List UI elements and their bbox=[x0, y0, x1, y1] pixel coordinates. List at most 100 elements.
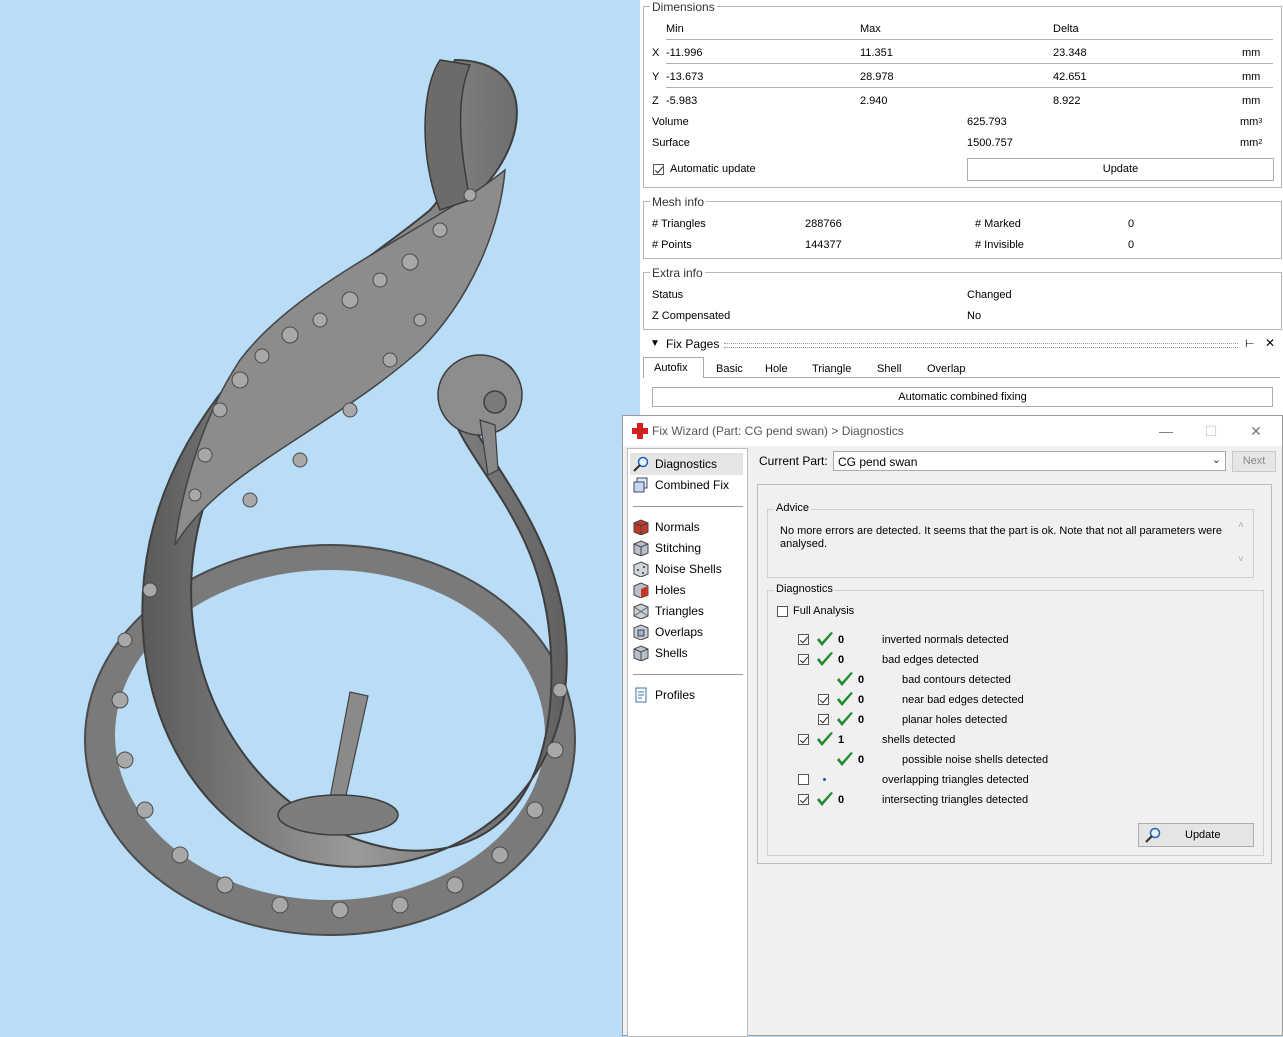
tab-hole[interactable]: Hole bbox=[765, 362, 788, 376]
fix-pages-title: Fix Pages bbox=[666, 337, 720, 351]
wizard-titlebar: Fix Wizard (Part: CG pend swan) > Diagno… bbox=[623, 416, 1282, 446]
pin-icon[interactable]: ⊢ bbox=[1245, 337, 1255, 350]
mesh-info-group: Mesh info # Triangles 288766 # Marked 0 … bbox=[643, 195, 1282, 259]
diagnostic-checkbox[interactable] bbox=[798, 734, 809, 745]
current-part-value: CG pend swan bbox=[838, 455, 918, 469]
nav-holes[interactable]: Holes bbox=[633, 580, 743, 600]
diagnostic-row: 0 inverted normals detected bbox=[768, 631, 1248, 649]
holes-icon bbox=[633, 582, 649, 598]
tab-overlap[interactable]: Overlap bbox=[927, 362, 966, 376]
nav-combined-fix[interactable]: Combined Fix bbox=[633, 475, 743, 495]
diagnostic-label: bad contours detected bbox=[902, 674, 1011, 686]
dimensions-update-button[interactable]: Update bbox=[967, 158, 1274, 181]
volume-unit: mm3 bbox=[1240, 116, 1263, 128]
diagnostic-count: 0 bbox=[838, 794, 845, 806]
fix-pages-header: ▼ Fix Pages ⊢ ✕ bbox=[648, 336, 1278, 351]
automatic-update-checkbox[interactable] bbox=[653, 164, 664, 175]
diagnostic-count: 0 bbox=[838, 654, 845, 666]
z-max: 2.940 bbox=[860, 95, 888, 107]
stitching-icon bbox=[633, 540, 649, 556]
combined-fix-icon bbox=[633, 477, 648, 493]
mesh-info-title: Mesh info bbox=[650, 195, 707, 209]
invisible-value: 0 bbox=[1128, 239, 1135, 251]
max-header: Max bbox=[860, 23, 881, 35]
maximize-icon[interactable]: ☐ bbox=[1200, 421, 1222, 441]
close-icon[interactable]: ✕ bbox=[1265, 336, 1275, 350]
diagnostic-checkbox[interactable] bbox=[798, 654, 809, 665]
advice-title: Advice bbox=[774, 502, 812, 514]
3d-viewport[interactable] bbox=[0, 0, 640, 1036]
diagnostic-row: 0 near bad edges detected bbox=[768, 691, 1248, 709]
diagnostic-checkbox[interactable] bbox=[818, 694, 829, 705]
normals-icon bbox=[633, 519, 649, 535]
red-cross-icon bbox=[632, 423, 648, 439]
tab-basic[interactable]: Basic bbox=[716, 362, 743, 376]
triangles-label: # Triangles bbox=[652, 218, 706, 230]
surface-unit: mm2 bbox=[1240, 137, 1263, 149]
minimize-icon[interactable]: — bbox=[1155, 421, 1177, 441]
diagnostic-checkbox[interactable] bbox=[798, 634, 809, 645]
tab-shell[interactable]: Shell bbox=[877, 362, 901, 376]
diagnostics-title: Diagnostics bbox=[774, 583, 835, 595]
x-unit: mm bbox=[1242, 47, 1261, 59]
nav-noise-shells[interactable]: Noise Shells bbox=[633, 559, 743, 579]
dimensions-title: Dimensions bbox=[650, 0, 717, 14]
advice-scrollbar[interactable]: ˄ ˅ bbox=[1236, 520, 1250, 570]
diagnostic-row: 1 shells detected bbox=[768, 731, 1248, 749]
tab-autofix[interactable]: Autofix bbox=[654, 361, 688, 375]
current-part-label: Current Part: bbox=[759, 454, 828, 468]
nav-triangles[interactable]: Triangles bbox=[633, 601, 743, 621]
collapse-triangle-icon[interactable]: ▼ bbox=[650, 338, 660, 349]
automatic-combined-fixing-button[interactable]: Automatic combined fixing bbox=[652, 387, 1273, 407]
surface-value: 1500.757 bbox=[967, 137, 1013, 149]
automatic-update-label: Automatic update bbox=[670, 163, 756, 175]
current-part-select[interactable]: CG pend swan ⌄ bbox=[833, 451, 1226, 471]
full-analysis-checkbox[interactable] bbox=[777, 606, 788, 617]
nav-stitching[interactable]: Stitching bbox=[633, 538, 743, 558]
y-delta: 42.651 bbox=[1053, 71, 1087, 83]
dimensions-group: Dimensions Min Max Delta X -11.996 11.35… bbox=[643, 0, 1282, 188]
check-icon bbox=[837, 752, 853, 766]
nav-overlaps[interactable]: Overlaps bbox=[633, 622, 743, 642]
diagnostic-count: 0 bbox=[858, 674, 865, 686]
nav-profiles[interactable]: Profiles bbox=[633, 685, 743, 705]
next-button[interactable]: Next bbox=[1232, 451, 1276, 472]
z-axis-label: Z bbox=[652, 95, 659, 107]
z-min: -5.983 bbox=[666, 95, 698, 107]
noise-shells-icon bbox=[633, 561, 649, 577]
diagnostics-group: Diagnostics Full Analysis 0 inverted norm… bbox=[767, 583, 1264, 856]
surface-label: Surface bbox=[652, 137, 690, 149]
diagnostic-label: inverted normals detected bbox=[882, 634, 1009, 646]
pending-dot-icon bbox=[823, 778, 826, 781]
diagnostic-checkbox[interactable] bbox=[818, 714, 829, 725]
close-window-icon[interactable]: ✕ bbox=[1245, 421, 1267, 441]
diagnostics-update-button[interactable]: Update bbox=[1138, 823, 1254, 847]
check-icon bbox=[837, 712, 853, 726]
min-header: Min bbox=[666, 23, 684, 35]
status-label: Status bbox=[652, 289, 684, 301]
advice-text: No more errors are detected. It seems th… bbox=[780, 525, 1223, 550]
status-value: Changed bbox=[967, 289, 1012, 301]
diagnostic-checkbox[interactable] bbox=[798, 794, 809, 805]
fix-tabs: Autofix Basic Hole Triangle Shell Overla… bbox=[643, 357, 1283, 378]
check-icon bbox=[837, 692, 853, 706]
y-min: -13.673 bbox=[666, 71, 704, 83]
diagnostic-row: overlapping triangles detected bbox=[768, 771, 1248, 789]
nav-normals[interactable]: Normals bbox=[633, 517, 743, 537]
points-value: 144377 bbox=[805, 239, 842, 251]
triangles-icon bbox=[633, 603, 649, 619]
tab-triangle[interactable]: Triangle bbox=[812, 362, 851, 376]
check-icon bbox=[817, 652, 833, 666]
diagnostic-label: intersecting triangles detected bbox=[882, 794, 1029, 806]
diagnostic-count: 0 bbox=[858, 754, 865, 766]
diagnostic-count: 1 bbox=[838, 734, 845, 746]
nav-shells[interactable]: Shells bbox=[633, 643, 743, 663]
diagnostic-label: bad edges detected bbox=[882, 654, 979, 666]
diagnostic-checkbox[interactable] bbox=[798, 774, 809, 785]
nav-diagnostics[interactable]: Diagnostics bbox=[633, 454, 743, 474]
invisible-label: # Invisible bbox=[975, 239, 1024, 251]
check-icon bbox=[817, 632, 833, 646]
diagnostic-count: 0 bbox=[858, 694, 865, 706]
z-compensated-value: No bbox=[967, 310, 982, 322]
y-unit: mm bbox=[1242, 71, 1261, 83]
